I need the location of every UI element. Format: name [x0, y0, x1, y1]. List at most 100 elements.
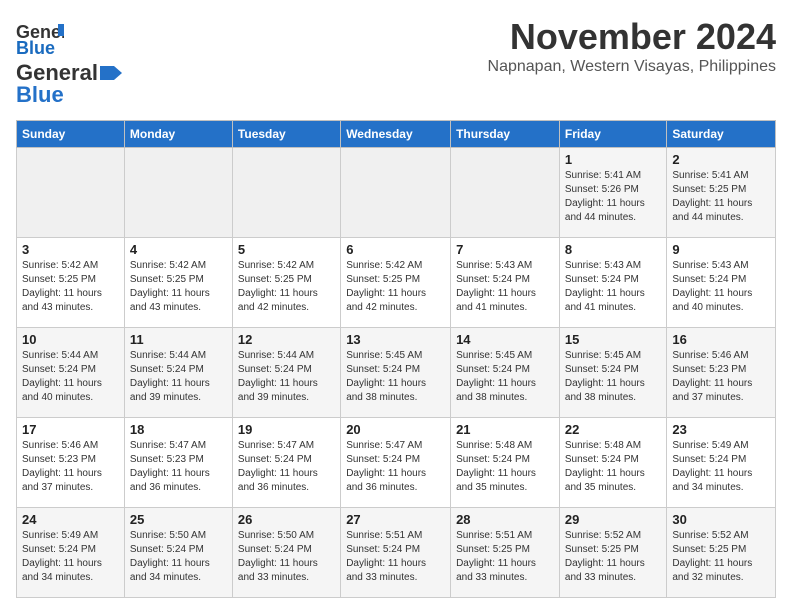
day-cell: 9 Sunrise: 5:43 AM Sunset: 5:24 PM Daylig…	[667, 238, 776, 328]
header: General Blue General Blue November 2024 …	[16, 16, 776, 108]
col-header-saturday: Saturday	[667, 121, 776, 148]
day-info: Sunrise: 5:43 AM Sunset: 5:24 PM Dayligh…	[456, 259, 554, 315]
day-info: Sunrise: 5:41 AM Sunset: 5:25 PM Dayligh…	[672, 169, 770, 225]
day-cell: 13 Sunrise: 5:45 AM Sunset: 5:24 PM Dayli…	[341, 328, 451, 418]
month-title: November 2024	[488, 16, 776, 58]
day-info: Sunrise: 5:44 AM Sunset: 5:24 PM Dayligh…	[22, 349, 119, 405]
day-cell	[341, 148, 451, 238]
day-cell: 15 Sunrise: 5:45 AM Sunset: 5:24 PM Dayli…	[559, 328, 666, 418]
day-cell: 5 Sunrise: 5:42 AM Sunset: 5:25 PM Daylig…	[232, 238, 340, 328]
day-info: Sunrise: 5:49 AM Sunset: 5:24 PM Dayligh…	[22, 529, 119, 585]
day-cell: 14Sunrise: 5:45 AM Sunset: 5:24 PM Dayli…	[451, 328, 560, 418]
col-header-sunday: Sunday	[17, 121, 125, 148]
location-title: Napnapan, Western Visayas, Philippines	[488, 58, 776, 76]
day-number: 13	[346, 332, 445, 347]
day-info: Sunrise: 5:47 AM Sunset: 5:23 PM Dayligh…	[130, 439, 227, 495]
week-row-2: 3 Sunrise: 5:42 AM Sunset: 5:25 PM Daylig…	[17, 238, 776, 328]
day-info: Sunrise: 5:42 AM Sunset: 5:25 PM Dayligh…	[346, 259, 445, 315]
day-number: 15	[565, 332, 661, 347]
day-info: Sunrise: 5:48 AM Sunset: 5:24 PM Dayligh…	[456, 439, 554, 495]
logo-icon: General Blue	[16, 16, 64, 56]
col-header-wednesday: Wednesday	[341, 121, 451, 148]
day-cell: 6 Sunrise: 5:42 AM Sunset: 5:25 PM Daylig…	[341, 238, 451, 328]
day-info: Sunrise: 5:43 AM Sunset: 5:24 PM Dayligh…	[672, 259, 770, 315]
title-area: November 2024 Napnapan, Western Visayas,…	[488, 16, 776, 76]
day-number: 3	[22, 242, 119, 257]
day-number: 26	[238, 512, 335, 527]
svg-text:Blue: Blue	[16, 38, 55, 56]
day-cell: 29 Sunrise: 5:52 AM Sunset: 5:25 PM Dayli…	[559, 508, 666, 598]
day-number: 2	[672, 152, 770, 167]
day-number: 30	[672, 512, 770, 527]
day-number: 1	[565, 152, 661, 167]
day-cell: 18Sunrise: 5:47 AM Sunset: 5:23 PM Dayli…	[124, 418, 232, 508]
day-number: 7	[456, 242, 554, 257]
day-info: Sunrise: 5:43 AM Sunset: 5:24 PM Dayligh…	[565, 259, 661, 315]
day-number: 8	[565, 242, 661, 257]
day-cell: 28Sunrise: 5:51 AM Sunset: 5:25 PM Dayli…	[451, 508, 560, 598]
day-info: Sunrise: 5:44 AM Sunset: 5:24 PM Dayligh…	[130, 349, 227, 405]
day-info: Sunrise: 5:45 AM Sunset: 5:24 PM Dayligh…	[346, 349, 445, 405]
day-cell	[451, 148, 560, 238]
day-cell: 30 Sunrise: 5:52 AM Sunset: 5:25 PM Dayli…	[667, 508, 776, 598]
day-number: 29	[565, 512, 661, 527]
day-info: Sunrise: 5:50 AM Sunset: 5:24 PM Dayligh…	[130, 529, 227, 585]
day-cell: 22Sunrise: 5:48 AM Sunset: 5:24 PM Dayli…	[559, 418, 666, 508]
day-info: Sunrise: 5:42 AM Sunset: 5:25 PM Dayligh…	[238, 259, 335, 315]
day-number: 11	[130, 332, 227, 347]
calendar-table: SundayMondayTuesdayWednesdayThursdayFrid…	[16, 120, 776, 598]
week-row-3: 10 Sunrise: 5:44 AM Sunset: 5:24 PM Dayli…	[17, 328, 776, 418]
header-row: SundayMondayTuesdayWednesdayThursdayFrid…	[17, 121, 776, 148]
day-info: Sunrise: 5:52 AM Sunset: 5:25 PM Dayligh…	[672, 529, 770, 585]
day-number: 25	[130, 512, 227, 527]
day-cell: 8 Sunrise: 5:43 AM Sunset: 5:24 PM Daylig…	[559, 238, 666, 328]
day-info: Sunrise: 5:45 AM Sunset: 5:24 PM Dayligh…	[565, 349, 661, 405]
logo-arrow-icon	[100, 62, 122, 84]
day-info: Sunrise: 5:46 AM Sunset: 5:23 PM Dayligh…	[672, 349, 770, 405]
day-info: Sunrise: 5:47 AM Sunset: 5:24 PM Dayligh…	[238, 439, 335, 495]
week-row-5: 24 Sunrise: 5:49 AM Sunset: 5:24 PM Dayli…	[17, 508, 776, 598]
day-cell: 7 Sunrise: 5:43 AM Sunset: 5:24 PM Daylig…	[451, 238, 560, 328]
day-info: Sunrise: 5:41 AM Sunset: 5:26 PM Dayligh…	[565, 169, 661, 225]
day-number: 6	[346, 242, 445, 257]
day-number: 19	[238, 422, 335, 437]
logo: General Blue General Blue	[16, 16, 122, 108]
day-cell: 2 Sunrise: 5:41 AM Sunset: 5:25 PM Daylig…	[667, 148, 776, 238]
day-cell	[232, 148, 340, 238]
day-cell: 10 Sunrise: 5:44 AM Sunset: 5:24 PM Dayli…	[17, 328, 125, 418]
day-number: 9	[672, 242, 770, 257]
day-number: 10	[22, 332, 119, 347]
week-row-4: 17Sunrise: 5:46 AM Sunset: 5:23 PM Dayli…	[17, 418, 776, 508]
day-number: 16	[672, 332, 770, 347]
day-cell: 27Sunrise: 5:51 AM Sunset: 5:24 PM Dayli…	[341, 508, 451, 598]
day-number: 21	[456, 422, 554, 437]
day-info: Sunrise: 5:51 AM Sunset: 5:25 PM Dayligh…	[456, 529, 554, 585]
day-info: Sunrise: 5:50 AM Sunset: 5:24 PM Dayligh…	[238, 529, 335, 585]
day-info: Sunrise: 5:49 AM Sunset: 5:24 PM Dayligh…	[672, 439, 770, 495]
day-cell: 24 Sunrise: 5:49 AM Sunset: 5:24 PM Dayli…	[17, 508, 125, 598]
week-row-1: 1 Sunrise: 5:41 AM Sunset: 5:26 PM Daylig…	[17, 148, 776, 238]
day-info: Sunrise: 5:44 AM Sunset: 5:24 PM Dayligh…	[238, 349, 335, 405]
day-cell: 4Sunrise: 5:42 AM Sunset: 5:25 PM Daylig…	[124, 238, 232, 328]
day-cell	[124, 148, 232, 238]
day-cell	[17, 148, 125, 238]
day-cell: 11 Sunrise: 5:44 AM Sunset: 5:24 PM Dayli…	[124, 328, 232, 418]
day-cell: 12Sunrise: 5:44 AM Sunset: 5:24 PM Dayli…	[232, 328, 340, 418]
day-info: Sunrise: 5:52 AM Sunset: 5:25 PM Dayligh…	[565, 529, 661, 585]
day-info: Sunrise: 5:47 AM Sunset: 5:24 PM Dayligh…	[346, 439, 445, 495]
day-number: 24	[22, 512, 119, 527]
day-number: 5	[238, 242, 335, 257]
day-number: 23	[672, 422, 770, 437]
day-number: 22	[565, 422, 661, 437]
day-cell: 17Sunrise: 5:46 AM Sunset: 5:23 PM Dayli…	[17, 418, 125, 508]
day-cell: 25 Sunrise: 5:50 AM Sunset: 5:24 PM Dayli…	[124, 508, 232, 598]
day-cell: 23 Sunrise: 5:49 AM Sunset: 5:24 PM Dayli…	[667, 418, 776, 508]
day-info: Sunrise: 5:51 AM Sunset: 5:24 PM Dayligh…	[346, 529, 445, 585]
day-cell: 20Sunrise: 5:47 AM Sunset: 5:24 PM Dayli…	[341, 418, 451, 508]
day-number: 17	[22, 422, 119, 437]
day-info: Sunrise: 5:42 AM Sunset: 5:25 PM Dayligh…	[22, 259, 119, 315]
day-cell: 19 Sunrise: 5:47 AM Sunset: 5:24 PM Dayli…	[232, 418, 340, 508]
day-number: 14	[456, 332, 554, 347]
day-cell: 3 Sunrise: 5:42 AM Sunset: 5:25 PM Daylig…	[17, 238, 125, 328]
day-cell: 1 Sunrise: 5:41 AM Sunset: 5:26 PM Daylig…	[559, 148, 666, 238]
